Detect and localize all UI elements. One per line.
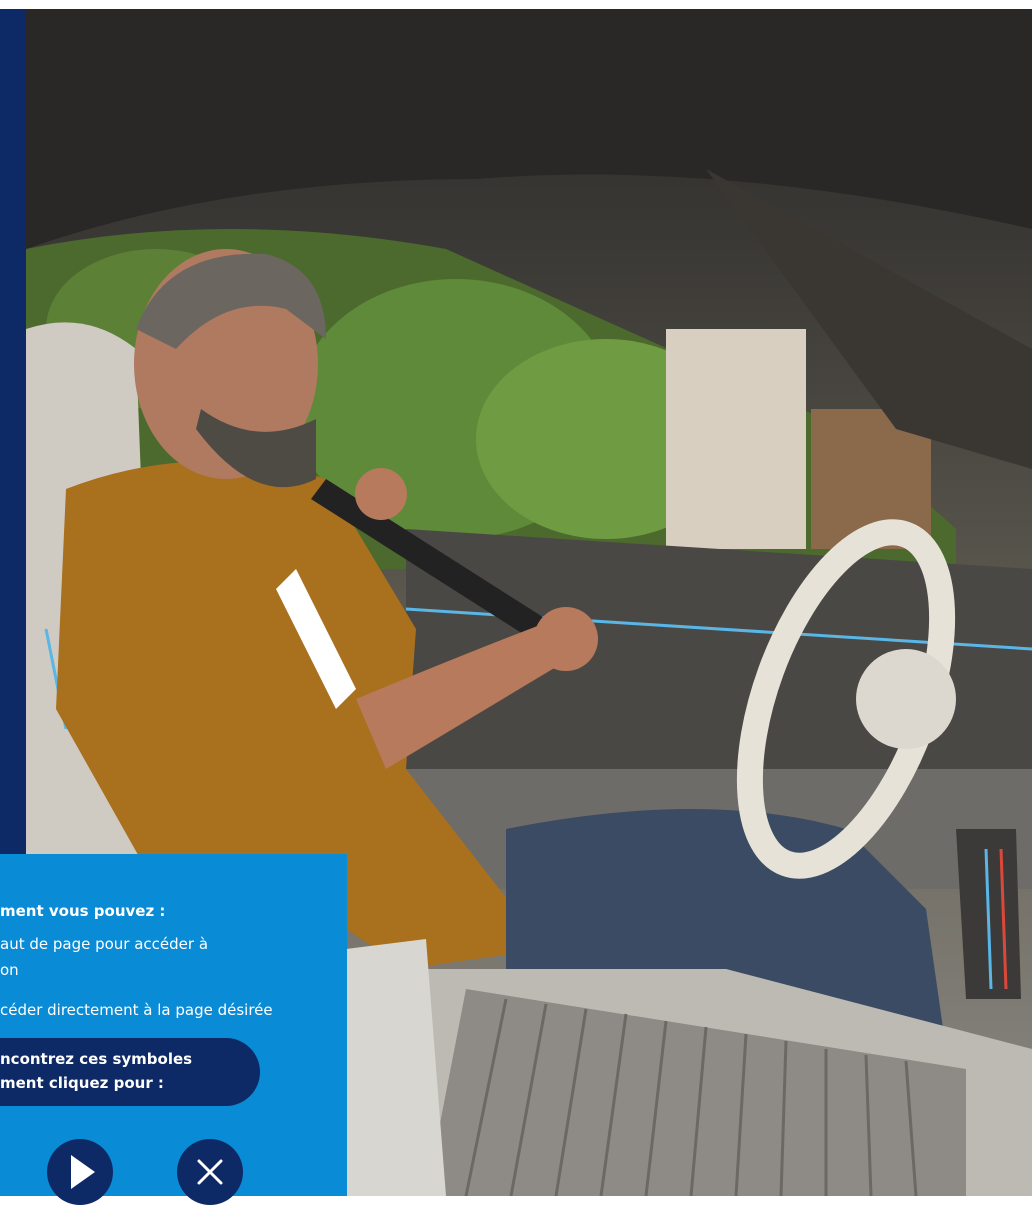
pill-text-line1: ncontrez ces symboles — [0, 1050, 193, 1068]
play-icon — [71, 1155, 95, 1189]
help-intro-text: ment vous pouvez : — [0, 902, 166, 920]
navigation-help-panel: ment vous pouvez : aut de page pour accé… — [0, 854, 347, 1205]
top-strip — [0, 0, 1032, 9]
symbols-hint-pill: ncontrez ces symboles ment cliquez pour … — [0, 1038, 260, 1106]
help-top-of-page-text: aut de page pour accéder à — [0, 935, 209, 953]
close-icon — [197, 1159, 223, 1185]
close-button[interactable] — [177, 1139, 243, 1205]
left-navy-band — [0, 9, 26, 854]
help-top-of-page-text-cont: on — [0, 961, 19, 979]
pill-text-line2: ment cliquez pour : — [0, 1074, 164, 1092]
help-direct-access-text: céder directement à la page désirée — [0, 1001, 273, 1019]
play-button[interactable] — [47, 1139, 113, 1205]
